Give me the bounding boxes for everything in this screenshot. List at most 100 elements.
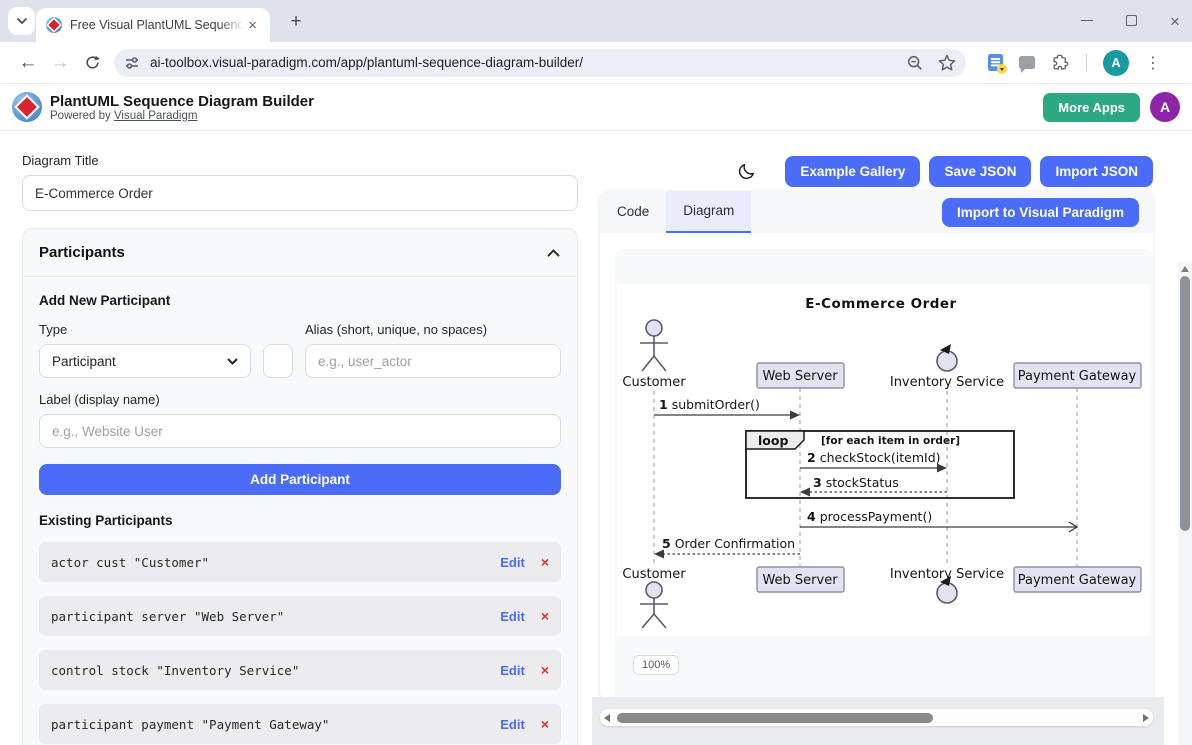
participant-row: participant payment "Payment Gateway" Ed… — [39, 704, 561, 744]
visual-paradigm-favicon — [46, 17, 62, 33]
import-to-visual-paradigm-button[interactable]: Import to Visual Paradigm — [942, 198, 1139, 227]
browser-toolbar: ← → ai-toolbox.visual-paradigm.com/app/p… — [0, 42, 1192, 84]
participant-type-select[interactable]: Participant — [39, 344, 251, 378]
horizontal-scroll-track[interactable] — [614, 709, 1139, 726]
tab-code[interactable]: Code — [600, 191, 666, 233]
more-apps-button[interactable]: More Apps — [1043, 93, 1140, 122]
maximize-button[interactable] — [1124, 12, 1138, 30]
edit-participant-link[interactable]: Edit — [500, 555, 525, 570]
participant-label-web-server: Web Server — [762, 369, 838, 384]
browser-tab[interactable]: Free Visual PlantUML Sequence × — [36, 8, 270, 42]
diagram-viewport[interactable]: E-Commerce Order — [615, 249, 1153, 701]
window-controls: × — [1080, 0, 1182, 42]
site-settings-icon[interactable] — [124, 55, 140, 71]
vertical-scrollbar[interactable] — [1178, 262, 1192, 745]
loop-condition: [for each item in order] — [821, 435, 960, 447]
diagram-title-text: E-Commerce Order — [805, 296, 956, 312]
vertical-scroll-thumb[interactable] — [1180, 276, 1190, 531]
reading-list-extension-icon[interactable] — [988, 54, 1003, 71]
save-json-button[interactable]: Save JSON — [929, 156, 1031, 187]
participant-row: actor cust "Customer" Edit × — [39, 542, 561, 582]
participant-row: participant server "Web Server" Edit × — [39, 596, 561, 636]
display-name-input[interactable] — [39, 414, 561, 448]
import-json-button[interactable]: Import JSON — [1040, 156, 1153, 187]
zoom-out-icon[interactable] — [906, 54, 924, 72]
browser-menu-icon[interactable]: ⋮ — [1145, 53, 1161, 73]
control-icon-inventory-top — [937, 344, 957, 371]
back-button[interactable]: ← — [12, 47, 44, 79]
participant-label-customer-bottom: Customer — [622, 567, 686, 582]
scroll-left-icon[interactable] — [600, 714, 614, 722]
reload-button[interactable] — [76, 47, 108, 79]
visual-paradigm-logo — [12, 92, 42, 122]
edit-participant-link[interactable]: Edit — [500, 717, 525, 732]
color-swatch-input[interactable] — [263, 344, 293, 378]
participant-label-inventory: Inventory Service — [890, 375, 1004, 390]
main-content: Diagram Title Participants Add New Parti… — [0, 131, 1192, 745]
url-bar[interactable]: ai-toolbox.visual-paradigm.com/app/plant… — [114, 49, 966, 77]
participant-label-customer: Customer — [622, 375, 686, 390]
dark-mode-toggle[interactable] — [737, 162, 756, 181]
example-gallery-button[interactable]: Example Gallery — [785, 156, 920, 187]
comment-icon[interactable] — [1019, 56, 1035, 69]
sequence-diagram: E-Commerce Order — [617, 284, 1150, 636]
visual-paradigm-link[interactable]: Visual Paradigm — [114, 110, 198, 122]
add-participant-button[interactable]: Add Participant — [39, 464, 561, 495]
zoom-level-badge[interactable]: 100% — [633, 655, 679, 675]
diagram-card: Code Diagram Import to Visual Paradigm E… — [600, 191, 1153, 701]
extensions-puzzle-icon[interactable] — [1051, 53, 1070, 72]
delete-participant-icon[interactable]: × — [541, 554, 549, 570]
sequence-diagram-canvas[interactable]: E-Commerce Order — [617, 284, 1150, 636]
participant-type-value: Participant — [52, 354, 116, 369]
url-text[interactable]: ai-toolbox.visual-paradigm.com/app/plant… — [150, 55, 898, 70]
edit-participant-link[interactable]: Edit — [500, 609, 525, 624]
type-label: Type — [39, 322, 251, 337]
window-close-button[interactable]: × — [1168, 13, 1182, 30]
message-2-label: 2checkStock(itemId) — [807, 450, 941, 465]
participant-code: control stock "Inventory Service" — [51, 663, 500, 678]
delete-participant-icon[interactable]: × — [541, 608, 549, 624]
tab-search-button[interactable] — [8, 7, 35, 35]
tab-close-icon[interactable]: × — [245, 17, 260, 34]
message-4-label: 4processPayment() — [807, 509, 932, 524]
chevron-up-icon[interactable] — [546, 248, 561, 258]
delete-participant-icon[interactable]: × — [541, 716, 549, 732]
chevron-down-icon — [227, 358, 238, 365]
horizontal-scroll-thumb[interactable] — [617, 713, 933, 723]
app-header: PlantUML Sequence Diagram Builder Powere… — [0, 84, 1192, 131]
participant-code: participant server "Web Server" — [51, 609, 500, 624]
tab-diagram[interactable]: Diagram — [666, 191, 751, 233]
participants-card: Participants Add New Participant Type Pa… — [22, 228, 578, 745]
app-user-avatar[interactable]: A — [1150, 92, 1180, 122]
reload-icon — [84, 54, 101, 71]
chevron-down-icon — [16, 17, 28, 25]
toolbar-divider — [1086, 54, 1087, 71]
horizontal-scrollbar[interactable] — [600, 709, 1153, 726]
bookmark-star-icon[interactable] — [938, 54, 956, 72]
preview-panel: Example Gallery Save JSON Import JSON Co… — [600, 156, 1153, 701]
message-3-label: 3stockStatus — [813, 475, 899, 490]
moon-icon — [737, 162, 756, 181]
alias-input[interactable] — [305, 344, 561, 378]
add-new-participant-heading: Add New Participant — [39, 293, 561, 308]
alias-label: Alias (short, unique, no spaces) — [305, 322, 561, 337]
diagram-title-input[interactable] — [22, 175, 578, 211]
scroll-up-icon[interactable] — [1181, 266, 1189, 272]
editor-panel: Diagram Title Participants Add New Parti… — [22, 153, 578, 745]
delete-participant-icon[interactable]: × — [541, 662, 549, 678]
display-name-label: Label (display name) — [39, 392, 561, 407]
message-1-label: 1submitOrder() — [659, 397, 760, 412]
participant-code: actor cust "Customer" — [51, 555, 500, 570]
participant-label-payment: Payment Gateway — [1018, 369, 1137, 384]
edit-participant-link[interactable]: Edit — [500, 663, 525, 678]
browser-tabstrip: Free Visual PlantUML Sequence × + × — [0, 0, 1192, 42]
browser-profile-avatar[interactable]: A — [1103, 50, 1129, 76]
scroll-right-icon[interactable] — [1139, 714, 1153, 722]
actor-customer-bottom — [640, 582, 668, 628]
new-tab-button[interactable]: + — [284, 10, 308, 34]
powered-by-prefix: Powered by — [50, 110, 114, 122]
participants-heading: Participants — [39, 244, 125, 261]
app-title: PlantUML Sequence Diagram Builder — [50, 93, 314, 110]
loop-label: loop — [758, 433, 788, 448]
minimize-button[interactable] — [1080, 12, 1094, 30]
